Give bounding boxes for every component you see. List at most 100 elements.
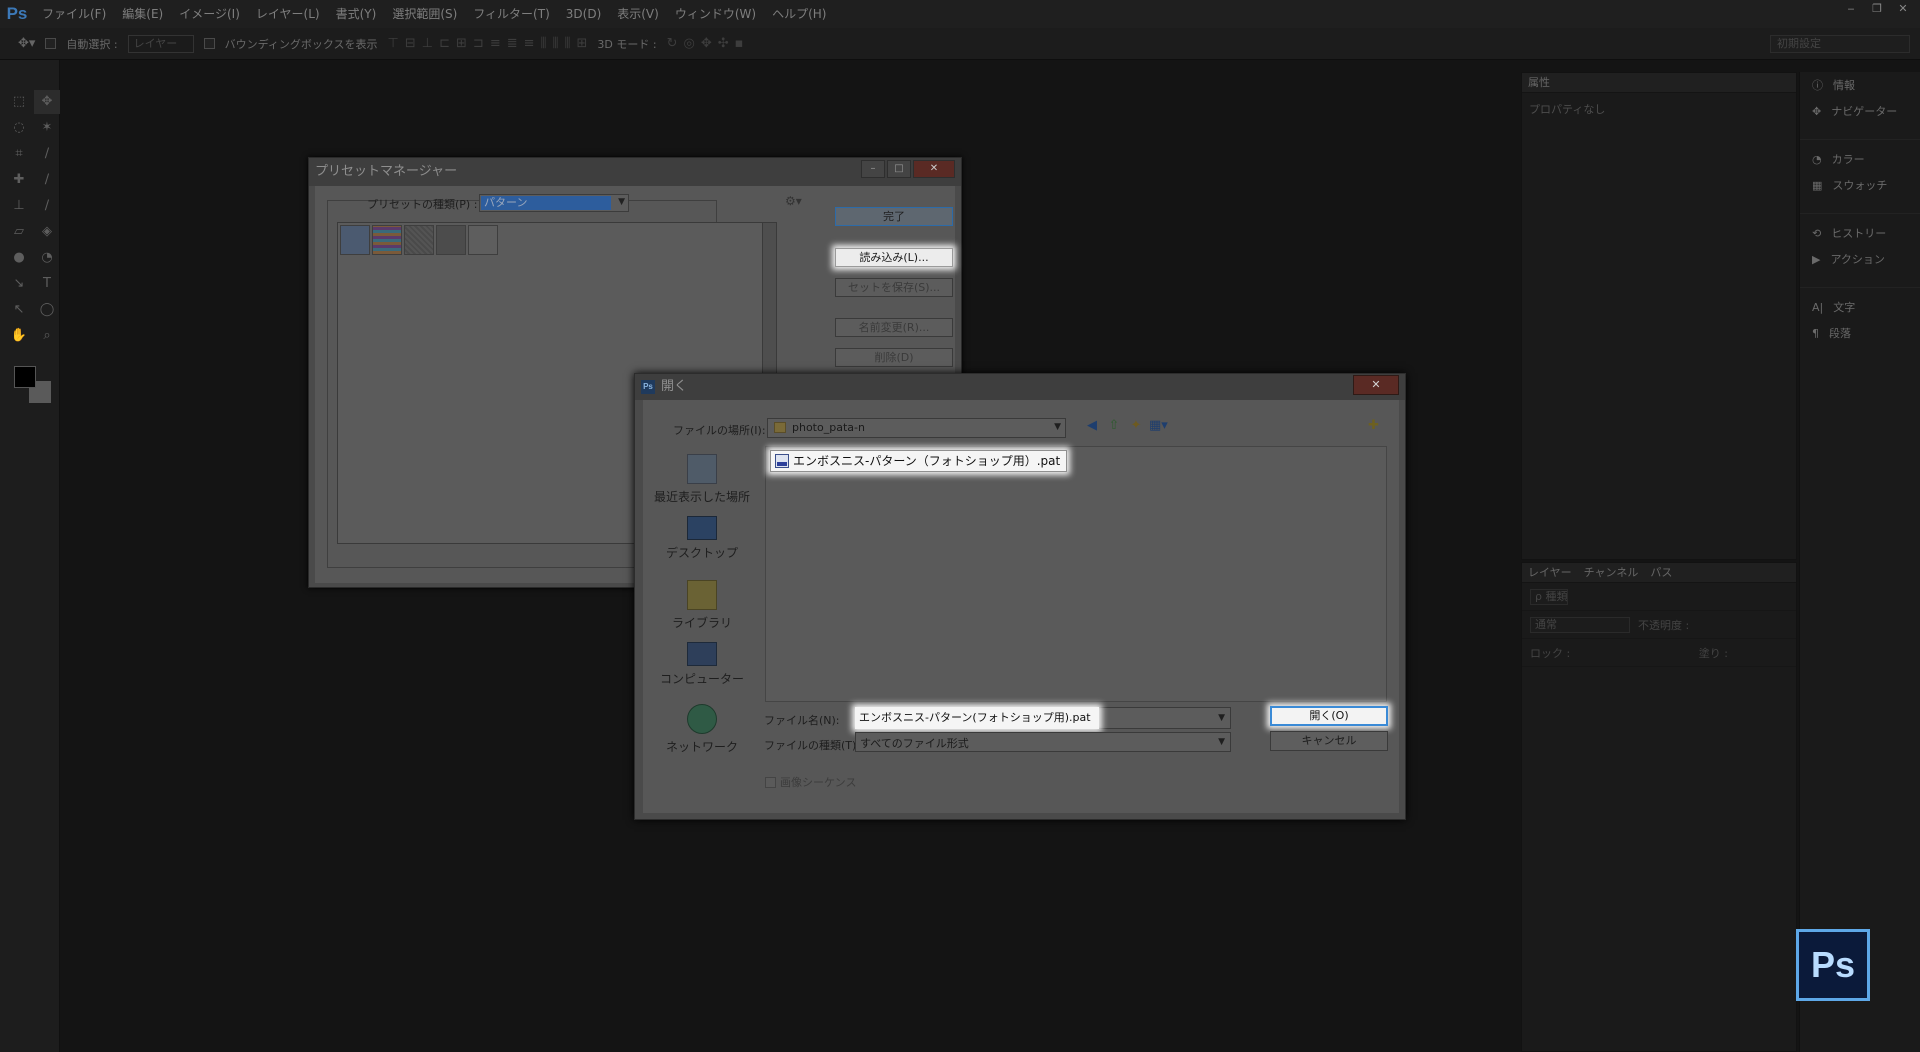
menu-image[interactable]: イメージ(I) [171,0,248,28]
place-desktop[interactable]: デスクトップ [643,516,761,561]
filename-combobox[interactable]: エンボスニス-パターン(フォトショップ用).pat ▼ [855,707,1231,729]
gear-icon[interactable]: ⚙▾ [785,194,802,208]
dock-paragraph[interactable]: ¶ 段落 [1800,320,1920,346]
place-libraries[interactable]: ライブラリ [643,580,761,631]
pattern-swatch[interactable] [340,225,370,255]
view-menu-icon[interactable]: ▦▾ [1149,417,1168,435]
dock-info[interactable]: ⓘ 情報 [1800,72,1920,98]
dock-character[interactable]: A| 文字 [1800,294,1920,320]
distribute-left-icon[interactable]: ⫼ [541,36,547,51]
filename-input[interactable]: エンボスニス-パターン(フォトショップ用).pat [855,707,1099,729]
new-folder-icon[interactable]: ✦ [1127,417,1145,435]
align-top-icon[interactable]: ⊤ [388,36,399,51]
3d-rotate-icon[interactable]: ↻ [667,36,678,51]
image-sequence-checkbox[interactable] [765,776,776,788]
chevron-down-icon[interactable]: ▼ [1218,713,1225,723]
menu-type[interactable]: 書式(Y) [328,0,385,28]
dock-swatches[interactable]: ▦ スウォッチ [1800,172,1920,198]
distribute-bottom-icon[interactable]: ≡ [524,36,535,51]
menu-file[interactable]: ファイル(F) [34,0,114,28]
move-tool-icon[interactable]: ✥ [34,90,60,114]
minimize-icon[interactable]: ‒ [1840,2,1862,16]
zoom-tool-icon[interactable]: ⌕ [34,324,60,348]
move-tool-preset-icon[interactable]: ✥▾ [18,36,35,51]
layer-kind-filter[interactable]: ρ 種類 [1530,588,1569,605]
up-folder-icon[interactable]: ⇧ [1105,417,1123,435]
menu-filter[interactable]: フィルター(T) [465,0,557,28]
history-brush-tool-icon[interactable]: ∕ [34,194,60,218]
hand-tool-icon[interactable]: ✋ [6,324,32,348]
maximize-icon[interactable]: □ [887,160,911,178]
delete-button[interactable]: 削除(D) [835,348,953,367]
place-computer[interactable]: コンピューター [643,642,761,687]
dock-navigator[interactable]: ✥ ナビゲーター [1800,98,1920,124]
path-selection-tool-icon[interactable]: ↖ [6,298,32,322]
file-list[interactable]: エンボスニス-パターン（フォトショップ用）.pat [765,446,1387,702]
clone-stamp-tool-icon[interactable]: ⊥ [6,194,32,218]
location-dropdown[interactable]: photo_pata-n ▼ [767,418,1066,438]
auto-select-checkbox[interactable] [45,38,57,49]
eyedropper-tool-icon[interactable]: ∕ [34,142,60,166]
dock-actions[interactable]: ▶ アクション [1800,246,1920,272]
menu-edit[interactable]: 編集(E) [114,0,171,28]
3d-roll-icon[interactable]: ◎ [683,36,694,51]
healing-brush-tool-icon[interactable]: ✚ [6,168,32,192]
distribute-center-icon[interactable]: ⫼ [553,36,559,51]
back-icon[interactable]: ◀ [1083,417,1101,435]
dock-history[interactable]: ⟲ ヒストリー [1800,220,1920,246]
menu-layer[interactable]: レイヤー(L) [248,0,328,28]
bounding-box-checkbox[interactable] [203,38,215,49]
minimize-icon[interactable]: – [861,160,885,178]
menu-3d[interactable]: 3D(D) [558,0,609,28]
restore-icon[interactable]: ❐ [1866,2,1888,16]
distribute-top-icon[interactable]: ≡ [490,36,501,51]
crop-tool-icon[interactable]: ⌗ [6,142,32,166]
place-recent[interactable]: 最近表示した場所 [643,454,761,505]
ellipse-tool-icon[interactable]: ◯ [34,298,60,322]
distribute-middle-icon[interactable]: ≣ [507,36,518,51]
cancel-button[interactable]: キャンセル [1270,731,1388,751]
blend-mode-dropdown[interactable]: 通常 [1530,616,1630,633]
menu-window[interactable]: ウィンドウ(W) [667,0,764,28]
eraser-tool-icon[interactable]: ▱ [6,220,32,244]
tab-layers[interactable]: レイヤー [1528,563,1572,582]
save-set-button[interactable]: セットを保存(S)... [835,278,953,297]
3d-pan-icon[interactable]: ✥ [701,36,712,51]
image-sequence-option[interactable]: 画像シーケンス [765,774,856,790]
marquee-tool-icon[interactable]: ⬚ [6,90,32,114]
file-list-item[interactable]: エンボスニス-パターン（フォトショップ用）.pat [770,450,1068,472]
dodge-tool-icon[interactable]: ◔ [34,246,60,270]
create-folder-icon[interactable]: ✚ [1368,418,1379,433]
close-icon[interactable]: ✕ [913,160,955,178]
auto-select-dropdown[interactable]: レイヤー [127,34,194,53]
close-icon[interactable]: ✕ [1353,375,1399,395]
workspace-dropdown[interactable]: 初期設定 [1770,35,1910,53]
pattern-swatch[interactable] [404,225,434,255]
align-middle-icon[interactable]: ⊟ [405,36,416,51]
pattern-swatch[interactable] [468,225,498,255]
auto-align-icon[interactable]: ⊞ [576,36,587,51]
lasso-tool-icon[interactable]: ◌ [6,116,32,140]
dock-color[interactable]: ◔ カラー [1800,146,1920,172]
rename-button[interactable]: 名前変更(R)... [835,318,953,337]
foreground-color-swatch[interactable] [14,366,36,388]
menu-help[interactable]: ヘルプ(H) [764,0,834,28]
paint-bucket-tool-icon[interactable]: ◈ [34,220,60,244]
3d-slide-icon[interactable]: ✣ [718,36,729,51]
menu-view[interactable]: 表示(V) [609,0,667,28]
tab-channels[interactable]: チャンネル [1584,563,1639,582]
menu-select[interactable]: 選択範囲(S) [384,0,465,28]
close-icon[interactable]: ✕ [1892,2,1914,16]
magic-wand-tool-icon[interactable]: ✶ [34,116,60,140]
pattern-swatch[interactable] [436,225,466,255]
properties-tab[interactable]: 属性 [1522,73,1796,93]
pen-tool-icon[interactable]: ↘ [6,272,32,296]
tab-paths[interactable]: パス [1650,563,1672,582]
3d-scale-icon[interactable]: ▪ [735,36,744,51]
preset-type-dropdown[interactable]: パターン ▼ [479,194,629,212]
brush-tool-icon[interactable]: ∕ [34,168,60,192]
type-tool-icon[interactable]: T [34,272,60,296]
distribute-right-icon[interactable]: ⫼ [565,36,571,51]
align-right-icon[interactable]: ⊐ [473,36,484,51]
open-button[interactable]: 開く(O) [1270,706,1388,726]
